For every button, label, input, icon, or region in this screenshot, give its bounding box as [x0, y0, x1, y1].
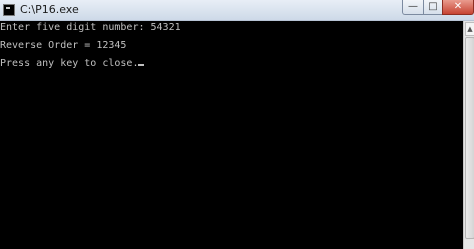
console-icon[interactable]: [3, 4, 15, 16]
window-title: C:\P16.exe: [20, 3, 79, 16]
close-icon: ✕: [453, 1, 463, 12]
scroll-up-button[interactable]: ▲: [465, 22, 474, 36]
maximize-button[interactable]: □: [423, 0, 443, 15]
console-output[interactable]: Enter five digit number: 54321 Reverse O…: [0, 21, 463, 249]
console-line-close-text: Press any key to close.: [0, 58, 139, 69]
console-line-result: Reverse Order = 12345: [0, 40, 127, 51]
minimize-button[interactable]: —: [402, 0, 424, 15]
minimize-icon: —: [408, 1, 418, 12]
vertical-scrollbar[interactable]: ▲: [463, 21, 474, 249]
console-line-input-prompt: Enter five digit number: 54321: [0, 22, 181, 33]
title-bar[interactable]: C:\P16.exe — □ ✕: [0, 0, 474, 21]
console-line-close-prompt: Press any key to close.: [0, 58, 145, 69]
arrow-up-icon: ▲: [467, 24, 473, 33]
text-cursor: [138, 64, 145, 66]
maximize-icon: □: [428, 1, 438, 12]
scrollbar-thumb[interactable]: [465, 37, 474, 239]
close-button[interactable]: ✕: [442, 0, 474, 15]
console-window: C:\P16.exe — □ ✕ Enter five digit number…: [0, 0, 474, 249]
